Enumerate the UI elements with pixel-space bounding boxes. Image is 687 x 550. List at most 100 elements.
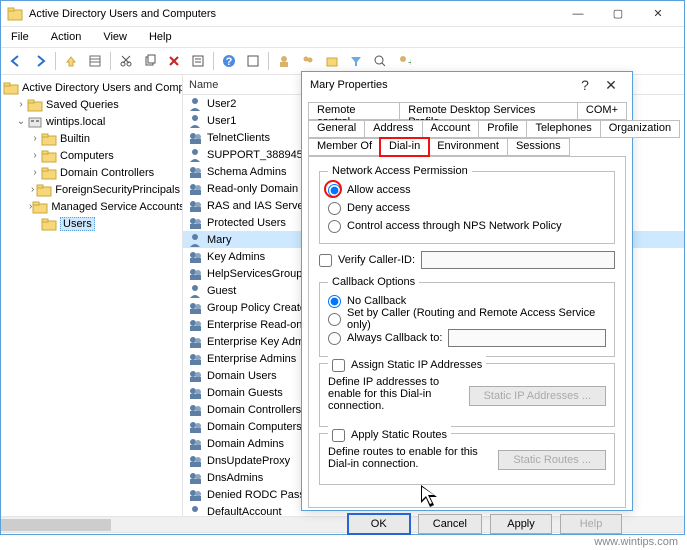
add-member-icon[interactable]: + [393, 50, 415, 72]
tab-dial-in[interactable]: Dial-in [380, 138, 429, 156]
tree-saved-queries[interactable]: Saved Queries [46, 99, 119, 111]
maximize-button[interactable]: ▢ [598, 2, 638, 26]
menu-action[interactable]: Action [47, 30, 86, 44]
tab-telephones[interactable]: Telephones [526, 120, 600, 138]
assign-static-ip-checkbox[interactable]: Assign Static IP Addresses [328, 356, 486, 374]
group-icon [187, 402, 203, 418]
help-button[interactable]: Help [560, 514, 622, 534]
list-icon[interactable] [84, 50, 106, 72]
apply-button[interactable]: Apply [490, 514, 552, 534]
ok-button[interactable]: OK [348, 514, 410, 534]
expand-icon[interactable]: › [29, 133, 41, 144]
dialog-help-button[interactable]: ? [572, 77, 598, 93]
new-ou-icon[interactable] [321, 50, 343, 72]
tree-computers[interactable]: Computers [60, 150, 114, 162]
radio-set-by-caller[interactable]: Set by Caller (Routing and Remote Access… [328, 310, 606, 328]
menu-view[interactable]: View [99, 30, 131, 44]
tab-sessions[interactable]: Sessions [507, 138, 570, 156]
group-icon [187, 419, 203, 435]
list-item-label: Domain Users [207, 370, 277, 382]
cut-icon[interactable] [115, 50, 137, 72]
list-item-label: Domain Guests [207, 387, 283, 399]
folder-icon [27, 97, 43, 113]
network-access-group: Network Access Permission Allow access D… [319, 165, 615, 244]
verify-callerid-input[interactable] [421, 251, 615, 269]
static-routes-button[interactable]: Static Routes ... [498, 450, 606, 470]
tab-com-[interactable]: COM+ [577, 102, 627, 120]
list-item-label: User1 [207, 115, 236, 127]
list-item-label: DnsUpdateProxy [207, 455, 290, 467]
tree-domain[interactable]: wintips.local [46, 116, 105, 128]
callback-options-group: Callback Options No Callback Set by Call… [319, 276, 615, 357]
nav-tree[interactable]: Active Directory Users and Computers › Sa… [1, 75, 183, 516]
tab-environment[interactable]: Environment [428, 138, 508, 156]
domain-icon [27, 114, 43, 130]
menubar: File Action View Help [1, 27, 684, 47]
tab-address[interactable]: Address [364, 120, 422, 138]
verify-callerid-checkbox[interactable]: Verify Caller-ID: [319, 251, 415, 269]
user-icon [187, 504, 203, 517]
back-button[interactable] [5, 50, 27, 72]
apply-static-routes-checkbox[interactable]: Apply Static Routes [328, 426, 451, 444]
user-icon [187, 96, 203, 112]
user-icon [187, 232, 203, 248]
tree-users[interactable]: Users [60, 217, 95, 231]
svg-text:?: ? [226, 56, 233, 68]
tab-member-of[interactable]: Member Of [308, 138, 381, 156]
minimize-button[interactable]: — [558, 2, 598, 26]
close-button[interactable]: ✕ [638, 2, 678, 26]
folder-icon [32, 199, 48, 215]
radio-nps-control[interactable]: Control access through NPS Network Polic… [328, 217, 606, 235]
static-routes-note: Define routes to enable for this Dial-in… [328, 446, 490, 470]
group-icon [187, 181, 203, 197]
new-group-icon[interactable] [297, 50, 319, 72]
radio-allow-access[interactable]: Allow access [328, 181, 606, 199]
tab-organization[interactable]: Organization [600, 120, 680, 138]
up-button[interactable] [60, 50, 82, 72]
help-icon[interactable]: ? [218, 50, 240, 72]
forward-button[interactable] [29, 50, 51, 72]
group-icon [187, 130, 203, 146]
filter-icon[interactable] [345, 50, 367, 72]
static-ip-button[interactable]: Static IP Addresses ... [469, 386, 606, 406]
copy-icon[interactable] [139, 50, 161, 72]
properties-icon[interactable] [187, 50, 209, 72]
expand-icon[interactable]: › [29, 167, 41, 178]
list-item-label: Domain Controllers [207, 404, 301, 416]
tree-builtin[interactable]: Builtin [60, 133, 90, 145]
search-icon[interactable] [369, 50, 391, 72]
tree-root[interactable]: Active Directory Users and Computers [22, 82, 183, 94]
cancel-button[interactable]: Cancel [418, 514, 482, 534]
list-item-label: RAS and IAS Servers [207, 200, 313, 212]
expand-icon[interactable]: › [29, 150, 41, 161]
new-user-icon[interactable] [273, 50, 295, 72]
folder-icon [41, 148, 57, 164]
collapse-icon[interactable]: ⌄ [15, 116, 27, 127]
properties-dialog: Mary Properties ? ✕ Remote controlRemote… [301, 71, 633, 511]
dialog-titlebar: Mary Properties ? ✕ [302, 72, 632, 98]
tab-remote-desktop-services-profile[interactable]: Remote Desktop Services Profile [399, 102, 578, 120]
tab-account[interactable]: Account [422, 120, 480, 138]
tree-fsp[interactable]: ForeignSecurityPrincipals [55, 184, 180, 196]
delete-icon[interactable] [163, 50, 185, 72]
static-ip-group: Assign Static IP Addresses Define IP add… [319, 363, 615, 427]
radio-always-callback[interactable]: Always Callback to: [328, 329, 442, 347]
menu-help[interactable]: Help [145, 30, 176, 44]
tab-remote-control[interactable]: Remote control [308, 102, 400, 120]
tab-profile[interactable]: Profile [478, 120, 527, 138]
static-ip-note: Define IP addresses to enable for this D… [328, 376, 461, 412]
folder-icon [41, 216, 57, 232]
tree-msa[interactable]: Managed Service Accounts [51, 201, 183, 213]
tab-general[interactable]: General [308, 120, 365, 138]
tab-strip: Remote controlRemote Desktop Services Pr… [302, 98, 632, 156]
radio-deny-access[interactable]: Deny access [328, 199, 606, 217]
dialog-close-button[interactable]: ✕ [598, 77, 624, 94]
menu-file[interactable]: File [7, 30, 33, 44]
expand-icon[interactable]: › [15, 99, 27, 110]
always-callback-input[interactable] [448, 329, 606, 347]
folder-icon [41, 131, 57, 147]
tree-domain-controllers[interactable]: Domain Controllers [60, 167, 154, 179]
group-icon [187, 300, 203, 316]
find-icon[interactable] [242, 50, 264, 72]
expand-icon[interactable]: › [29, 184, 36, 195]
